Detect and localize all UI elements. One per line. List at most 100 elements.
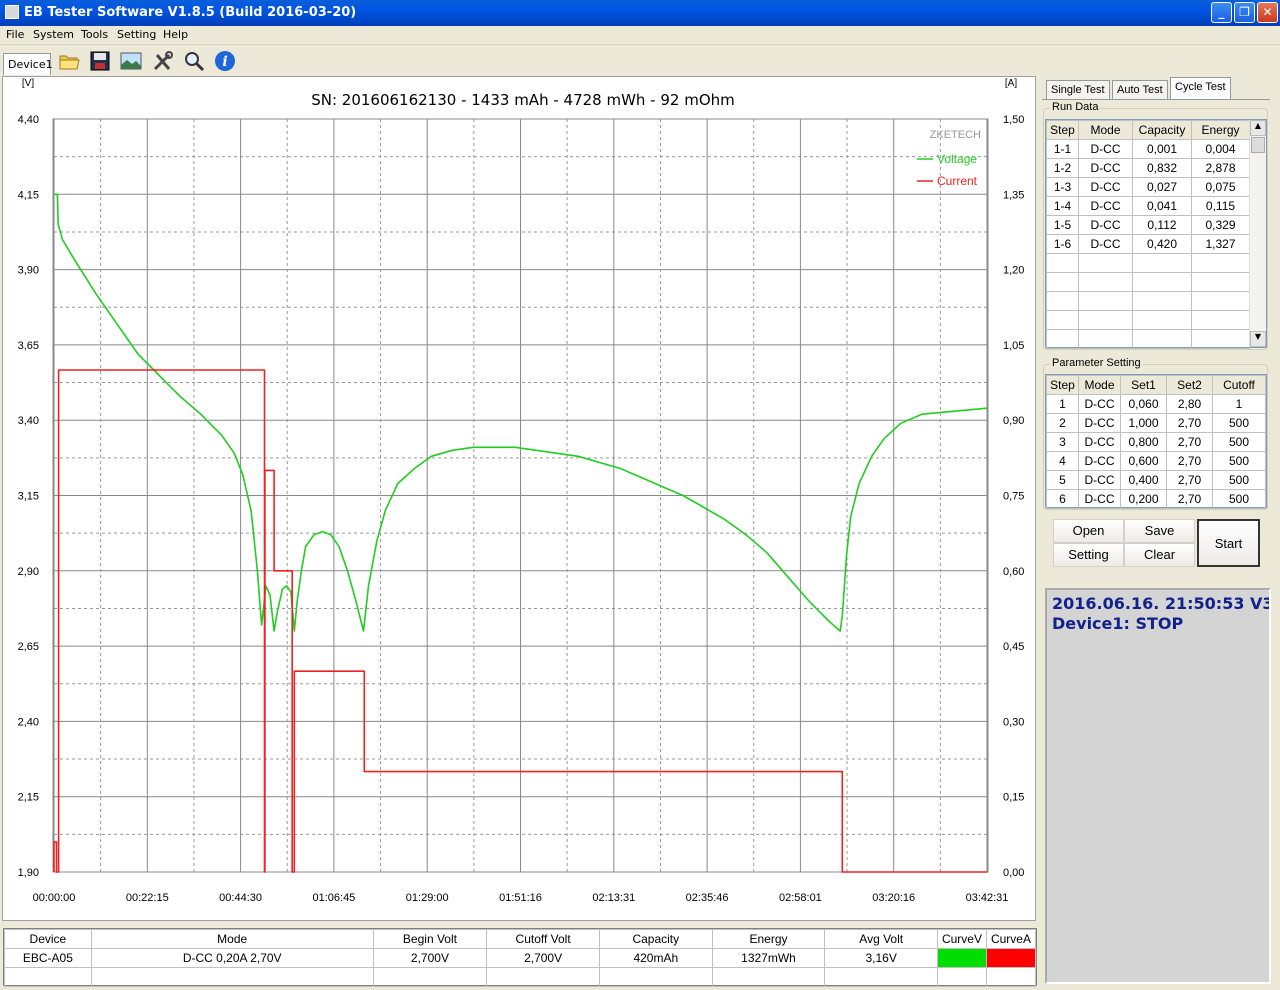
cell-cutoff-volt: 2,700V — [486, 948, 600, 968]
scroll-down-icon[interactable]: ▼ — [1250, 331, 1266, 347]
run-data-row[interactable]: 1-2 D-CC 0,832 2,878 — [1046, 158, 1250, 178]
scroll-up-icon[interactable]: ▲ — [1250, 120, 1266, 136]
scroll-thumb[interactable] — [1251, 137, 1265, 153]
run-data-cell: D-CC — [1078, 215, 1133, 235]
y-left-tick: 4,40 — [18, 114, 39, 126]
cell-energy: 1327mWh — [711, 948, 826, 968]
param-row[interactable]: 1 D-CC 0,060 2,80 1 — [1046, 394, 1266, 414]
run-data-cell: 0,115 — [1191, 196, 1250, 216]
run-data-cell: 0,027 — [1132, 177, 1192, 197]
tools-icon[interactable] — [151, 50, 175, 72]
y-right-tick: 0,00 — [1003, 867, 1024, 879]
ps-head-set1: Set1 — [1120, 375, 1167, 395]
y-right-tick: 0,75 — [1003, 491, 1024, 503]
search-icon[interactable] — [182, 50, 206, 72]
tab-cycle-test[interactable]: Cycle Test — [1170, 77, 1231, 99]
y-right-unit: [A] — [1005, 78, 1017, 89]
curve-a-swatch[interactable] — [985, 948, 1037, 968]
run-data-cell: D-CC — [1078, 234, 1133, 254]
param-cell: 0,200 — [1120, 489, 1167, 509]
y-left-tick: 2,15 — [18, 792, 39, 804]
param-cell: 0,400 — [1120, 470, 1167, 490]
col-device: Device — [4, 929, 92, 949]
menu-tools[interactable]: Tools — [81, 28, 108, 41]
run-data-row[interactable]: 1-1 D-CC 0,001 0,004 — [1046, 139, 1250, 159]
run-data-cell: 0,004 — [1191, 139, 1250, 159]
clear-button[interactable]: Clear — [1124, 543, 1195, 567]
minimize-button[interactable]: _ — [1211, 2, 1232, 23]
param-row[interactable]: 5 D-CC 0,400 2,70 500 — [1046, 470, 1266, 490]
results-empty-row — [4, 967, 1037, 987]
status-datetime: 2016.06.16. 21:50:53 V3,0 — [1052, 594, 1271, 613]
parameter-grid[interactable]: Step Mode Set1 Set2 Cutoff 1 D-CC 0,060 2,80 1 2 D… — [1045, 374, 1267, 509]
toolbar: Device1 i — [0, 46, 1280, 76]
param-cell: 2,80 — [1166, 394, 1213, 414]
param-row[interactable]: 6 D-CC 0,200 2,70 500 — [1046, 489, 1266, 509]
image-icon[interactable] — [119, 50, 143, 72]
save-button[interactable]: Save — [1124, 519, 1195, 543]
start-button[interactable]: Start — [1197, 519, 1260, 567]
run-data-cell: 1,327 — [1191, 234, 1250, 254]
run-data-grid[interactable]: Step Mode Capacity Energy 1-1 D-CC 0,001 0,004… — [1045, 119, 1267, 349]
results-row[interactable]: EBC-A05 D-CC 0,20A 2,70V 2,700V 2,700V 4… — [4, 948, 1037, 968]
legend-current: Current — [937, 174, 978, 188]
run-data-cell: D-CC — [1078, 177, 1133, 197]
run-data-empty-row — [1046, 253, 1250, 273]
param-cell: 4 — [1046, 451, 1079, 471]
save-icon[interactable] — [88, 50, 112, 72]
param-cell: 2,70 — [1166, 432, 1213, 452]
run-data-cell: 0,329 — [1191, 215, 1250, 235]
run-data-cell: 2,878 — [1191, 158, 1250, 178]
param-cell: 2 — [1046, 413, 1079, 433]
info-icon[interactable]: i — [213, 50, 237, 72]
param-row[interactable]: 2 D-CC 1,000 2,70 500 — [1046, 413, 1266, 433]
close-button[interactable]: ✕ — [1257, 2, 1278, 23]
run-data-scrollbar[interactable]: ▲ ▼ — [1249, 120, 1266, 347]
menu-system[interactable]: System — [33, 28, 74, 41]
curve-v-swatch[interactable] — [937, 948, 987, 968]
x-tick: 02:13:31 — [592, 892, 635, 904]
param-cell: 3 — [1046, 432, 1079, 452]
cell-mode: D-CC 0,20A 2,70V — [90, 948, 374, 968]
run-data-cell: 1-3 — [1046, 177, 1079, 197]
run-data-row[interactable]: 1-5 D-CC 0,112 0,329 — [1046, 215, 1250, 235]
run-data-row[interactable]: 1-4 D-CC 0,041 0,115 — [1046, 196, 1250, 216]
legend-voltage: Voltage — [937, 152, 977, 166]
run-data-empty-row — [1046, 291, 1250, 311]
param-cell: 0,600 — [1120, 451, 1167, 471]
ps-head-cutoff: Cutoff — [1212, 375, 1266, 395]
ps-head-set2: Set2 — [1166, 375, 1213, 395]
param-cell: 0,800 — [1120, 432, 1167, 452]
open-button[interactable]: Open — [1053, 519, 1124, 543]
col-capacity: Capacity — [598, 929, 713, 949]
col-energy: Energy — [711, 929, 826, 949]
x-tick: 00:44:30 — [219, 892, 262, 904]
param-cell: 500 — [1212, 413, 1266, 433]
run-data-row[interactable]: 1-6 D-CC 0,420 1,327 — [1046, 234, 1250, 254]
menu-file[interactable]: File — [6, 28, 24, 41]
y-right-tick: 0,45 — [1003, 641, 1024, 653]
y-left-tick: 3,65 — [18, 340, 39, 352]
y-left-unit: [V] — [22, 78, 34, 89]
y-left-tick: 2,65 — [18, 641, 39, 653]
param-cell: 2,70 — [1166, 489, 1213, 509]
param-row[interactable]: 3 D-CC 0,800 2,70 500 — [1046, 432, 1266, 452]
x-tick: 00:22:15 — [126, 892, 169, 904]
y-left-tick: 2,40 — [18, 716, 39, 728]
open-folder-icon[interactable] — [57, 50, 81, 72]
menu-help[interactable]: Help — [163, 28, 188, 41]
run-data-cell: 0,832 — [1132, 158, 1192, 178]
button-group: Open Save Setting Clear Start — [1045, 514, 1270, 574]
tab-auto-test[interactable]: Auto Test — [1112, 80, 1168, 99]
rd-head-mode: Mode — [1078, 120, 1133, 140]
maximize-button[interactable]: ❐ — [1234, 2, 1255, 23]
setting-button[interactable]: Setting — [1053, 543, 1124, 567]
param-cell: 2,70 — [1166, 470, 1213, 490]
menu-setting[interactable]: Setting — [117, 28, 156, 41]
run-data-row[interactable]: 1-3 D-CC 0,027 0,075 — [1046, 177, 1250, 197]
device-tab[interactable]: Device1 — [3, 53, 53, 75]
param-row[interactable]: 4 D-CC 0,600 2,70 500 — [1046, 451, 1266, 471]
tab-single-test[interactable]: Single Test — [1046, 80, 1110, 99]
run-data-cell: 0,112 — [1132, 215, 1192, 235]
run-data-cell: 1-6 — [1046, 234, 1079, 254]
